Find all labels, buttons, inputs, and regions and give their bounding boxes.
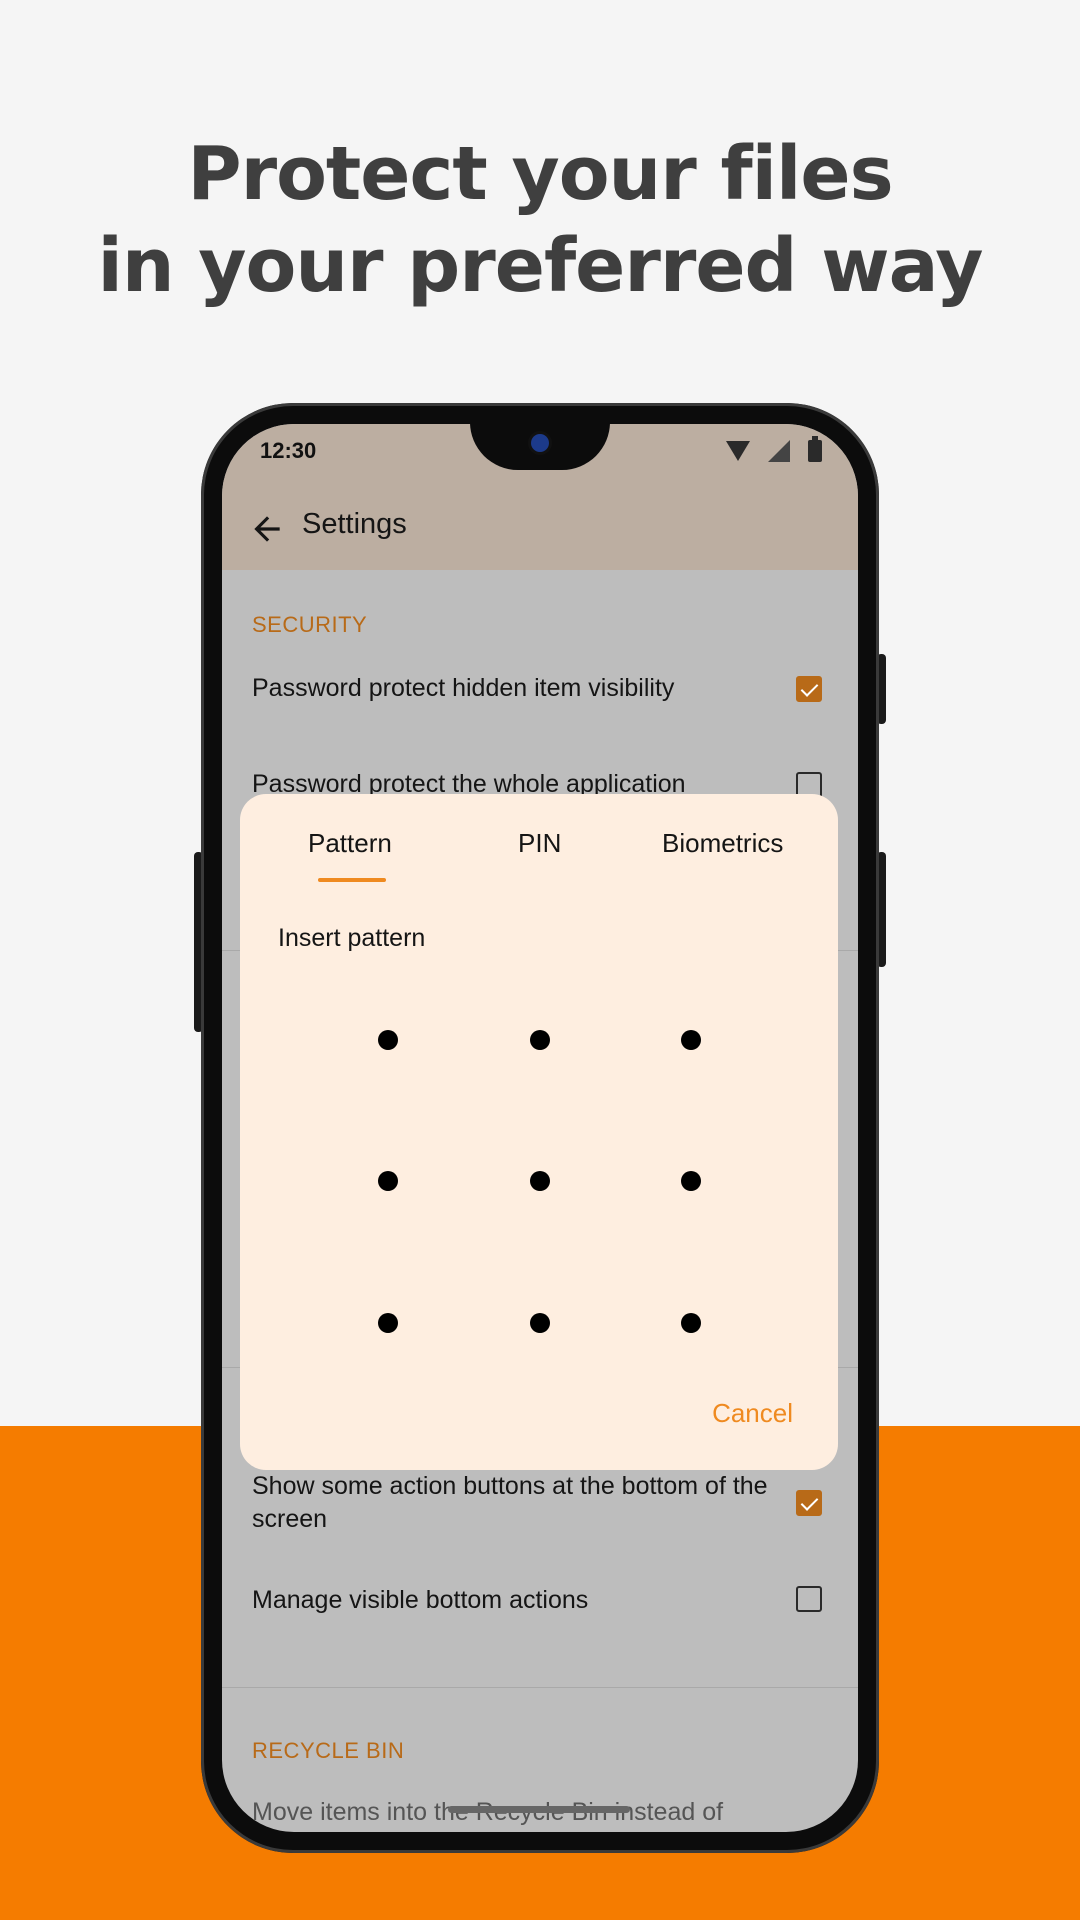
setting-manage-bottom-actions-checkbox[interactable] (796, 1586, 822, 1612)
setting-bottom-action-buttons-label[interactable]: Show some action buttons at the bottom o… (252, 1470, 772, 1536)
tab-biometrics[interactable]: Biometrics (662, 828, 783, 859)
section-header-security: SECURITY (252, 612, 368, 637)
security-dialog: Pattern PIN Biometrics Insert pattern Ca… (240, 794, 838, 1470)
arrow-left-icon[interactable] (248, 510, 286, 548)
page-title: Settings (302, 508, 407, 540)
tab-pattern[interactable]: Pattern (308, 828, 392, 859)
pattern-dot[interactable] (378, 1030, 398, 1050)
pattern-instruction: Insert pattern (278, 924, 426, 952)
status-time: 12:30 (260, 438, 317, 463)
pattern-dot[interactable] (681, 1313, 701, 1333)
pattern-dot[interactable] (681, 1030, 701, 1050)
setting-bottom-action-buttons-checkbox[interactable] (796, 1490, 822, 1516)
signal-icon (768, 440, 790, 462)
pattern-dot[interactable] (378, 1313, 398, 1333)
cancel-button[interactable]: Cancel (712, 1398, 793, 1429)
setting-hidden-item-visibility-label[interactable]: Password protect hidden item visibility (252, 672, 772, 705)
headline-line-1: Protect your files (187, 131, 893, 217)
setting-hidden-item-visibility-checkbox[interactable] (796, 676, 822, 702)
tab-indicator (318, 878, 386, 882)
pattern-dot[interactable] (378, 1171, 398, 1191)
headline-line-2: in your preferred way (97, 223, 983, 309)
app-toolbar: Settings (222, 490, 858, 570)
camera-notch (470, 424, 610, 470)
pattern-dot[interactable] (530, 1313, 550, 1333)
status-bar: 12:30 (222, 424, 858, 490)
section-header-recycle-bin: RECYCLE BIN (252, 1738, 405, 1763)
promo-headline: Protect your files in your preferred way (0, 128, 1080, 312)
pattern-dot[interactable] (681, 1171, 701, 1191)
pattern-dot[interactable] (530, 1030, 550, 1050)
divider (222, 1687, 858, 1688)
home-indicator[interactable] (448, 1806, 630, 1813)
pattern-dot[interactable] (530, 1171, 550, 1191)
tab-pin[interactable]: PIN (518, 828, 561, 859)
battery-icon (808, 436, 822, 462)
front-camera-icon (531, 434, 549, 452)
setting-manage-bottom-actions-label[interactable]: Manage visible bottom actions (252, 1584, 772, 1617)
wifi-icon (726, 441, 750, 461)
status-icons (726, 436, 822, 462)
